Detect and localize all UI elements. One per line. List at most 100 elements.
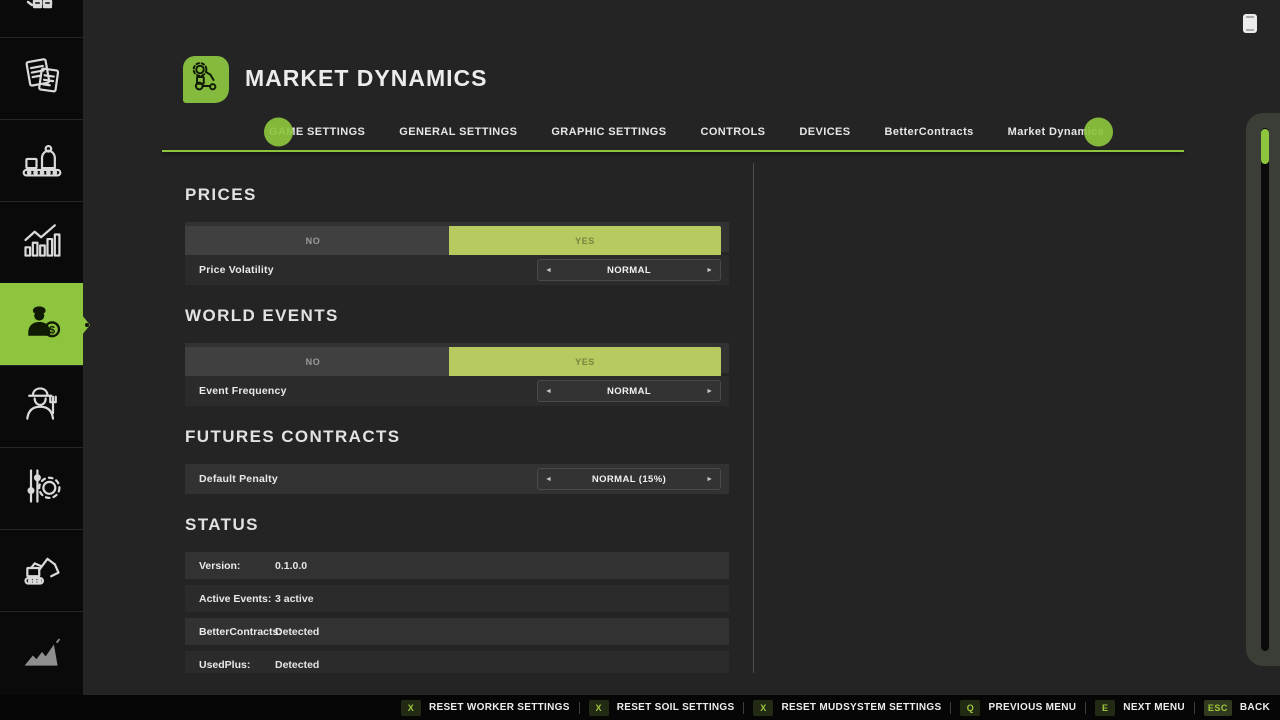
key-badge-esc: ESC (1204, 700, 1232, 716)
tractor-gear-icon (188, 59, 224, 100)
battery-icon (1243, 14, 1257, 33)
setting-row-default-penalty: Default Penalty ◄ NORMAL (15%) ► (185, 464, 729, 494)
toggle-dynamic-prices: NO YES (185, 226, 721, 256)
mod-app-icon (183, 56, 229, 103)
terrain-icon (20, 628, 64, 677)
sidebar-item-economy[interactable]: $ (0, 283, 83, 365)
sidebar: $ (0, 0, 83, 695)
arrow-left-icon[interactable]: ◄ (545, 388, 552, 395)
key-badge-x: X (589, 700, 609, 716)
setting-row-dynamic-prices: Dynamic Prices NO YES (185, 222, 729, 252)
status-row-active-events: Active Events: 3 active (185, 585, 729, 612)
arrow-left-icon[interactable]: ◄ (545, 476, 552, 483)
selector-wrap: ◄ NORMAL ► (537, 380, 721, 402)
tab-market-dynamics[interactable]: Market Dynamics (1008, 126, 1105, 138)
tab-game-settings[interactable]: GAME SETTINGS (269, 126, 365, 138)
scrollbar-track[interactable] (1261, 128, 1269, 651)
tab-devices[interactable]: DEVICES (799, 126, 850, 138)
bottom-keybind-bar: X RESET WORKER SETTINGS X RESET SOIL SET… (0, 695, 1280, 720)
sidebar-item-production[interactable] (0, 119, 83, 201)
construction-icon (20, 546, 64, 595)
status-value: Detected (275, 659, 319, 671)
selector-event-frequency[interactable]: ◄ NORMAL ► (537, 380, 721, 402)
sidebar-item-tuning[interactable] (0, 447, 83, 529)
toggle-yes-button[interactable]: YES (449, 226, 721, 256)
sidebar-item-statistics[interactable] (0, 201, 83, 283)
tab-general-settings[interactable]: GENERAL SETTINGS (399, 126, 517, 138)
status-row-bettercontracts: BetterContracts: Detected (185, 618, 729, 645)
selector-wrap: ◄ NORMAL (15%) ► (537, 468, 721, 490)
selector-default-penalty[interactable]: ◄ NORMAL (15%) ► (537, 468, 721, 490)
hotkey-reset-worker-settings[interactable]: X RESET WORKER SETTINGS (401, 700, 570, 716)
key-badge-e: E (1095, 700, 1115, 716)
toggle-no-button[interactable]: NO (185, 226, 449, 256)
toggle-world-events: NO YES (185, 347, 721, 377)
key-badge-x: X (401, 700, 421, 716)
tuning-icon (20, 464, 64, 513)
section-title-status: STATUS (185, 516, 729, 534)
arrow-right-icon[interactable]: ► (706, 476, 713, 483)
setting-row-event-frequency: Event Frequency ◄ NORMAL ► (185, 376, 729, 406)
selector-price-volatility[interactable]: ◄ NORMAL ► (537, 259, 721, 281)
separator (743, 702, 744, 714)
status-row-version: Version: 0.1.0.0 (185, 552, 729, 579)
selector-value: NORMAL (15%) (538, 474, 720, 485)
economy-icon: $ (20, 300, 64, 349)
sidebar-item-money[interactable] (0, 0, 83, 37)
hotkey-reset-mudsystem-settings[interactable]: X RESET MUDSYSTEM SETTINGS (753, 700, 941, 716)
selected-indicator-dot (85, 323, 89, 327)
section-title-futures-contracts: FUTURES CONTRACTS (185, 428, 729, 446)
hotkey-back[interactable]: ESC BACK (1204, 700, 1270, 716)
svg-text:$: $ (49, 324, 55, 336)
sidebar-item-contracts[interactable] (0, 37, 83, 119)
status-row-usedplus: UsedPlus: Detected (185, 651, 729, 673)
status-value: Detected (275, 626, 319, 638)
tab-nav-circle-left (264, 118, 293, 147)
hotkey-label: NEXT MENU (1123, 702, 1185, 713)
sidebar-item-terrain[interactable] (0, 611, 83, 693)
setting-label: Price Volatility (199, 264, 274, 276)
setting-row-price-volatility: Price Volatility ◄ NORMAL ► (185, 255, 729, 285)
settings-panel: PRICES Dynamic Prices NO YES Price Volat… (185, 163, 729, 673)
tab-bettercontracts[interactable]: BetterContracts (885, 126, 974, 138)
hotkey-next-menu[interactable]: E NEXT MENU (1095, 700, 1185, 716)
hotkey-reset-soil-settings[interactable]: X RESET SOIL SETTINGS (589, 700, 735, 716)
sidebar-item-farmer[interactable] (0, 365, 83, 447)
game-settings-screen: $ (0, 0, 1280, 720)
key-badge-q: Q (960, 700, 980, 716)
selector-wrap: ◄ NORMAL ► (537, 259, 721, 281)
selector-value: NORMAL (538, 265, 720, 276)
contracts-icon (20, 54, 64, 103)
status-label: Active Events: (199, 593, 275, 605)
tab-controls[interactable]: CONTROLS (701, 126, 766, 138)
key-badge-x: X (753, 700, 773, 716)
separator (1085, 702, 1086, 714)
section-title-world-events: WORLD EVENTS (185, 307, 729, 325)
setting-row-world-events: World Events NO YES (185, 343, 729, 373)
farmer-icon (20, 382, 64, 431)
status-label: Version: (199, 560, 275, 572)
arrow-left-icon[interactable]: ◄ (545, 267, 552, 274)
toggle-no-button[interactable]: NO (185, 347, 449, 377)
sidebar-item-construction[interactable] (0, 529, 83, 611)
tab-nav-circle-right (1084, 118, 1113, 147)
toggle-yes-button[interactable]: YES (449, 347, 721, 377)
hotkey-previous-menu[interactable]: Q PREVIOUS MENU (960, 700, 1076, 716)
scrollbar (1246, 113, 1280, 666)
setting-label: Default Penalty (199, 473, 278, 485)
setting-label: Event Frequency (199, 385, 287, 397)
money-partial-icon (24, 0, 60, 19)
scrollbar-thumb[interactable] (1261, 129, 1269, 164)
statistics-icon (20, 218, 64, 267)
page-title: MARKET DYNAMICS (245, 65, 487, 92)
hotkey-label: PREVIOUS MENU (988, 702, 1076, 713)
separator (950, 702, 951, 714)
tab-graphic-settings[interactable]: GRAPHIC SETTINGS (551, 126, 666, 138)
hotkey-label: BACK (1240, 702, 1270, 713)
arrow-right-icon[interactable]: ► (706, 388, 713, 395)
arrow-right-icon[interactable]: ► (706, 267, 713, 274)
status-value: 3 active (275, 593, 314, 605)
separator (579, 702, 580, 714)
tab-bar: GAME SETTINGS GENERAL SETTINGS GRAPHIC S… (269, 118, 1104, 146)
status-label: BetterContracts: (199, 626, 275, 638)
